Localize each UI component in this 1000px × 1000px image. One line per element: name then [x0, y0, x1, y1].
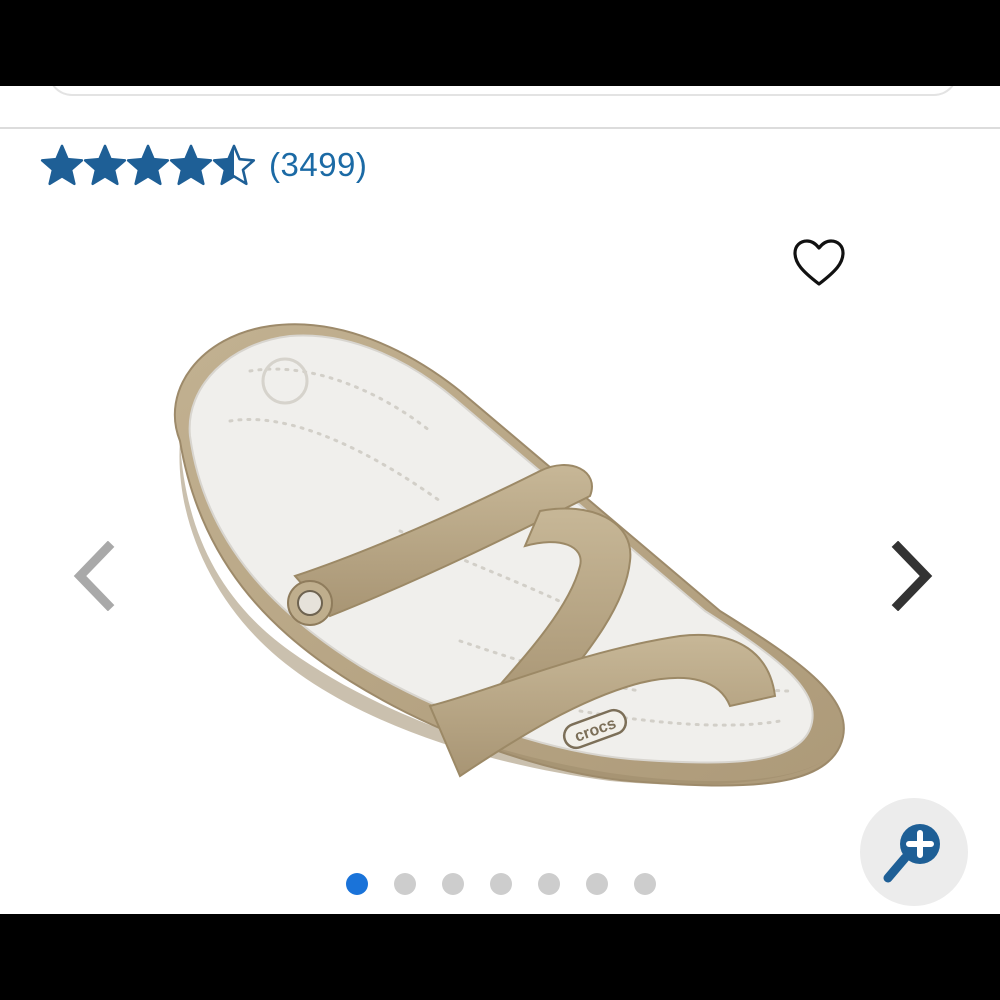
- carousel-dot[interactable]: [634, 873, 656, 895]
- product-image[interactable]: crocs: [160, 311, 860, 811]
- carousel-indicators: [346, 873, 656, 895]
- star-full-icon: [40, 144, 84, 186]
- top-letterbox: [0, 0, 1000, 86]
- star-half-icon: [212, 144, 256, 186]
- search-bar[interactable]: [48, 86, 958, 96]
- carousel-dot-active[interactable]: [346, 873, 368, 895]
- bottom-letterbox: [0, 914, 1000, 1000]
- product-page: (3499) crocs: [0, 86, 1000, 914]
- star-rating: [40, 143, 256, 187]
- carousel-dot[interactable]: [538, 873, 560, 895]
- carousel-dot[interactable]: [586, 873, 608, 895]
- chevron-right-icon[interactable]: [886, 541, 938, 611]
- star-full-icon: [126, 144, 170, 186]
- carousel-dot[interactable]: [442, 873, 464, 895]
- header-divider: [0, 127, 1000, 129]
- carousel-dot[interactable]: [490, 873, 512, 895]
- star-full-icon: [83, 144, 127, 186]
- zoom-in-icon: [883, 824, 940, 883]
- review-count[interactable]: (3499): [269, 146, 367, 184]
- carousel-dot[interactable]: [394, 873, 416, 895]
- star-full-icon: [169, 144, 213, 186]
- chevron-left-icon[interactable]: [68, 541, 120, 611]
- zoom-button[interactable]: [860, 798, 968, 906]
- heart-icon[interactable]: [792, 238, 846, 288]
- product-rating[interactable]: (3499): [40, 142, 367, 188]
